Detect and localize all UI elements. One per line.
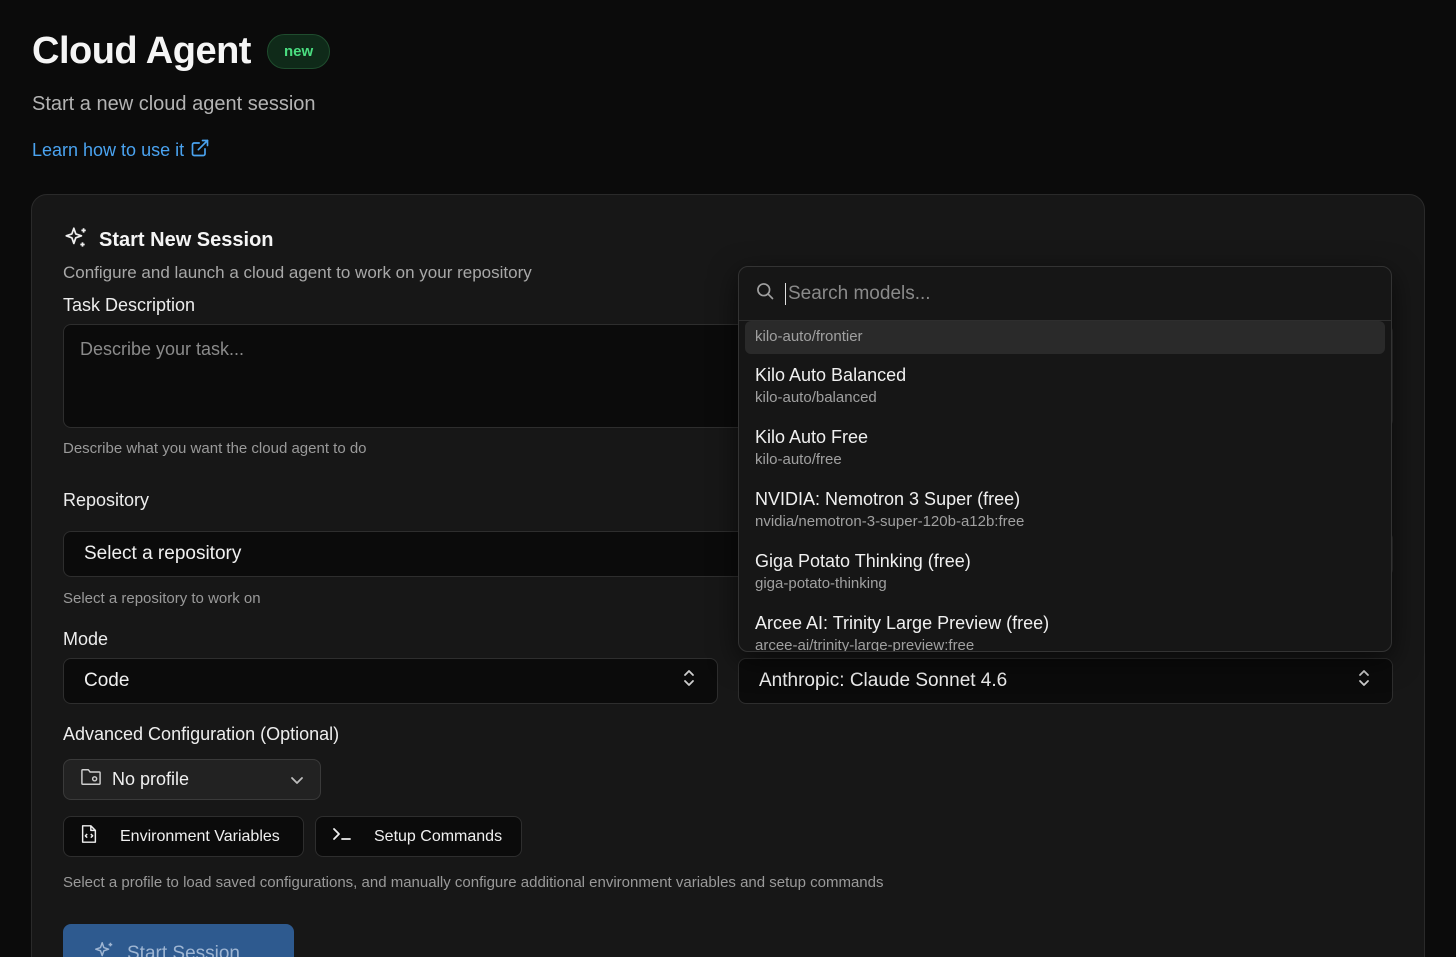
- page-header: Cloud Agent new Start a new cloud agent …: [32, 30, 331, 163]
- learn-link-label: Learn how to use it: [32, 140, 185, 160]
- sparkles-icon: [93, 940, 115, 957]
- card-title: Start New Session: [99, 229, 274, 251]
- start-session-label: Start Session: [127, 943, 240, 957]
- setup-commands-button[interactable]: Setup Commands: [315, 816, 522, 857]
- model-options-list[interactable]: kilo-auto/frontier Kilo Auto Balanced ki…: [739, 321, 1391, 651]
- advanced-help: Select a profile to load saved configura…: [63, 874, 884, 891]
- profile-select[interactable]: No profile: [63, 759, 321, 800]
- setup-commands-label: Setup Commands: [374, 827, 503, 845]
- model-option[interactable]: Arcee AI: Trinity Large Preview (free) a…: [745, 613, 1385, 651]
- new-badge: new: [266, 34, 331, 69]
- chevrons-up-down-icon: [1356, 668, 1372, 694]
- profile-value: No profile: [112, 769, 190, 789]
- repository-help: Select a repository to work on: [63, 590, 261, 607]
- mode-label: Mode: [63, 629, 109, 649]
- task-help: Describe what you want the cloud agent t…: [63, 440, 367, 457]
- model-option-id: kilo-auto/frontier: [755, 328, 863, 345]
- model-option[interactable]: Giga Potato Thinking (free) giga-potato-…: [745, 551, 1385, 592]
- page-subtitle: Start a new cloud agent session: [32, 93, 316, 115]
- model-option-id: arcee-ai/trinity-large-preview:free: [755, 637, 975, 651]
- mode-select[interactable]: Code: [63, 658, 718, 704]
- model-option-name: Arcee AI: Trinity Large Preview (free): [755, 613, 1050, 633]
- model-option-id: kilo-auto/free: [755, 451, 842, 468]
- card-description: Configure and launch a cloud agent to wo…: [63, 263, 532, 282]
- start-session-button[interactable]: Start Session: [63, 924, 294, 957]
- learn-link[interactable]: Learn how to use it: [32, 138, 210, 163]
- model-option-name: NVIDIA: Nemotron 3 Super (free): [755, 489, 1021, 509]
- sparkles-icon: [63, 225, 89, 256]
- task-label: Task Description: [63, 295, 196, 315]
- mode-value: Code: [84, 670, 130, 691]
- folder-settings-icon: [80, 767, 102, 792]
- file-code-icon: [80, 824, 98, 849]
- model-dropdown: kilo-auto/frontier Kilo Auto Balanced ki…: [738, 266, 1392, 652]
- environment-variables-button[interactable]: Environment Variables: [63, 816, 304, 857]
- page-title: Cloud Agent: [32, 30, 251, 72]
- model-option-name: Kilo Auto Balanced: [755, 365, 907, 385]
- chevrons-up-down-icon: [681, 668, 697, 694]
- model-option-id: giga-potato-thinking: [755, 575, 887, 592]
- repository-label: Repository: [63, 490, 150, 510]
- external-link-icon: [190, 138, 210, 163]
- model-option[interactable]: Kilo Auto Free kilo-auto/free: [745, 427, 1385, 468]
- model-search-input[interactable]: [785, 282, 1345, 305]
- chevron-down-icon: [290, 769, 304, 790]
- environment-variables-label: Environment Variables: [120, 827, 280, 845]
- model-search-row: [739, 267, 1391, 321]
- model-option[interactable]: Kilo Auto Balanced kilo-auto/balanced: [745, 365, 1385, 406]
- task-placeholder: Describe your task...: [80, 339, 245, 359]
- model-option-name: Giga Potato Thinking (free): [755, 551, 971, 571]
- model-option-highlighted[interactable]: kilo-auto/frontier: [745, 321, 1385, 354]
- model-option-id: kilo-auto/balanced: [755, 389, 877, 406]
- model-option[interactable]: NVIDIA: Nemotron 3 Super (free) nvidia/n…: [745, 489, 1385, 530]
- advanced-label: Advanced Configuration (Optional): [63, 724, 340, 744]
- terminal-icon: [332, 826, 352, 847]
- model-value: Anthropic: Claude Sonnet 4.6: [759, 670, 1008, 691]
- repository-value: Select a repository: [84, 543, 242, 564]
- search-icon: [755, 281, 775, 306]
- model-select[interactable]: Anthropic: Claude Sonnet 4.6: [738, 658, 1393, 704]
- model-option-id: nvidia/nemotron-3-super-120b-a12b:free: [755, 513, 1025, 530]
- model-option-name: Kilo Auto Free: [755, 427, 869, 447]
